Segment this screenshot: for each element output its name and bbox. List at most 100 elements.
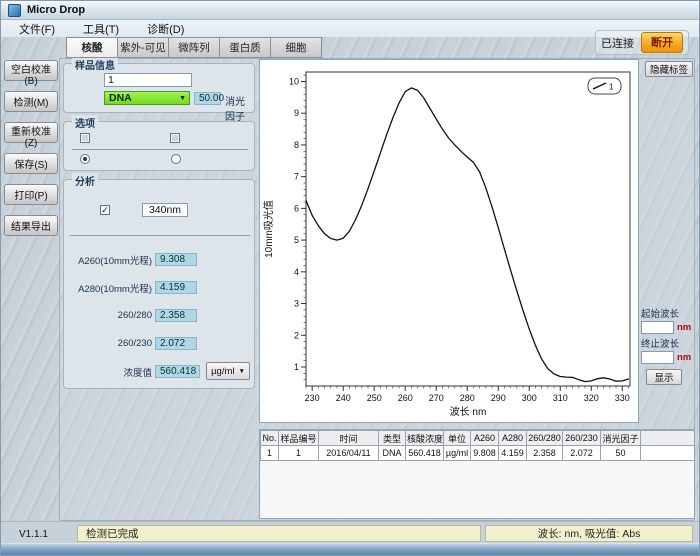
cell-type: DNA [379, 446, 406, 461]
tab-strip: 核酸 紫外-可见 微阵列 蛋白质 细胞 [66, 37, 321, 59]
spectrum-chart-panel: 2302402502602702802903003103203301234567… [259, 59, 639, 423]
a280-value: 4.159 [155, 281, 197, 294]
connection-group: 已连接 断开 [595, 30, 689, 55]
cell-concentration: 560.418 [406, 446, 444, 461]
sample-type-select[interactable]: DNA ▼ [104, 91, 190, 105]
svg-text:260: 260 [398, 393, 413, 403]
cell-no: 1 [261, 446, 279, 461]
sample-id-input[interactable] [104, 73, 192, 87]
col-concentration: 核酸浓度 [406, 431, 444, 446]
window-bottom-border [1, 543, 699, 555]
col-unit: 单位 [444, 431, 471, 446]
svg-text:1: 1 [609, 83, 614, 92]
tab-uv-vis[interactable]: 紫外-可见 [117, 37, 169, 58]
a260-label: A260(10mm光程) [68, 253, 152, 267]
option-checkbox-2[interactable] [170, 133, 180, 143]
svg-text:3: 3 [294, 299, 299, 309]
col-260-230: 260/230 [563, 431, 601, 446]
sidebar: 空白校准(B) 检测(M) 重新校准(Z) 保存(S) 打印(P) 结果导出 [4, 60, 58, 236]
hide-labels-button[interactable]: 隐藏标签 [645, 61, 693, 77]
end-wavelength-input[interactable] [641, 351, 674, 364]
ratio-260-230-row: 260/230 2.072 [68, 336, 252, 351]
show-button[interactable]: 显示 [646, 369, 682, 385]
a280-label: A280(10mm光程) [68, 281, 152, 295]
spectrum-chart: 2302402502602702802903003103203301234567… [260, 60, 638, 422]
a260-value: 9.308 [155, 253, 197, 266]
extinction-factor-label: 消光因子 [225, 93, 254, 123]
option-radio-2[interactable] [171, 154, 181, 164]
ratio-260-280-row: 260/280 2.358 [68, 308, 252, 323]
tab-cell[interactable]: 细胞 [270, 37, 322, 58]
svg-text:310: 310 [553, 393, 568, 403]
recalibrate-button[interactable]: 重新校准(Z) [4, 122, 58, 143]
extinction-factor-field[interactable]: 50.00 [194, 92, 221, 105]
title-bar[interactable]: Micro Drop [1, 1, 699, 20]
option-radio-1[interactable] [80, 154, 90, 164]
cell-260-280: 2.358 [527, 446, 563, 461]
unit-select[interactable]: µg/ml ▼ [206, 362, 250, 380]
app-icon [8, 4, 21, 17]
col-a280: A280 [499, 431, 527, 446]
svg-text:1: 1 [294, 362, 299, 372]
analysis-wavelength-checkbox[interactable]: ✓ [100, 205, 110, 215]
analysis-title: 分析 [72, 173, 98, 188]
connection-status: 已连接 [601, 35, 634, 51]
svg-text:290: 290 [491, 393, 506, 403]
a280-row: A280(10mm光程) 4.159 [68, 280, 252, 295]
options-title: 选项 [72, 115, 98, 130]
cell-260-230: 2.072 [563, 446, 601, 461]
cell-unit: µg/ml [444, 446, 471, 461]
svg-text:240: 240 [336, 393, 351, 403]
menu-tools[interactable]: 工具(T) [69, 20, 133, 38]
tab-nucleic-acid[interactable]: 核酸 [66, 37, 118, 58]
analysis-divider [70, 235, 250, 236]
col-sample-id: 样品编号 [279, 431, 319, 446]
menu-diagnostics[interactable]: 诊断(D) [133, 20, 198, 38]
start-wavelength-label: 起始波长 [641, 306, 699, 320]
svg-text:300: 300 [522, 393, 537, 403]
start-wavelength-input[interactable] [641, 321, 674, 334]
svg-text:6: 6 [294, 203, 299, 213]
sample-info-title: 样品信息 [72, 57, 118, 72]
col-a260: A260 [471, 431, 499, 446]
svg-text:250: 250 [367, 393, 382, 403]
ratio-260-230-label: 260/230 [68, 338, 152, 349]
print-button[interactable]: 打印(P) [4, 184, 58, 205]
ratio-260-230-value: 2.072 [155, 337, 197, 350]
options-divider [72, 149, 248, 150]
a260-row: A260(10mm光程) 9.308 [68, 252, 252, 267]
svg-text:8: 8 [294, 140, 299, 150]
concentration-label: 浓度值 [68, 365, 152, 379]
cell-extinction: 50 [601, 446, 641, 461]
svg-text:5: 5 [294, 235, 299, 245]
tab-protein[interactable]: 蛋白质 [219, 37, 271, 58]
svg-text:10mm吸光值: 10mm吸光值 [262, 200, 275, 258]
cell-a260: 9.808 [471, 446, 499, 461]
cell-time: 2016/04/11 [319, 446, 379, 461]
cell-empty [641, 446, 695, 461]
end-wavelength-label: 终止波长 [641, 336, 699, 350]
blank-calibration-button[interactable]: 空白校准(B) [4, 60, 58, 81]
option-checkbox-1[interactable] [80, 133, 90, 143]
analysis-wavelength-input[interactable] [142, 203, 188, 217]
save-button[interactable]: 保存(S) [4, 153, 58, 174]
disconnect-button[interactable]: 断开 [641, 32, 683, 53]
col-time: 时间 [319, 431, 379, 446]
menu-file[interactable]: 文件(F) [5, 20, 69, 38]
measure-button[interactable]: 检测(M) [4, 91, 58, 112]
wavelength-controls: 起始波长 nm 终止波长 nm 显示 [641, 304, 699, 386]
svg-text:4: 4 [294, 267, 299, 277]
table-row[interactable]: 1 1 2016/04/11 DNA 560.418 µg/ml 9.808 4… [261, 446, 695, 461]
end-nm-unit: nm [677, 352, 691, 363]
col-extinction: 消光因子 [601, 431, 641, 446]
svg-text:230: 230 [305, 393, 320, 403]
svg-text:波长 nm: 波长 nm [450, 405, 487, 418]
ratio-260-280-value: 2.358 [155, 309, 197, 322]
chevron-down-icon: ▼ [238, 368, 244, 375]
sample-info-group: 样品信息 DNA ▼ 50.00 消光因子 [63, 63, 255, 113]
version-label: V1.1.1 [19, 529, 48, 540]
col-empty [641, 431, 695, 446]
col-260-280: 260/280 [527, 431, 563, 446]
export-results-button[interactable]: 结果导出 [4, 215, 58, 236]
tab-microarray[interactable]: 微阵列 [168, 37, 220, 58]
